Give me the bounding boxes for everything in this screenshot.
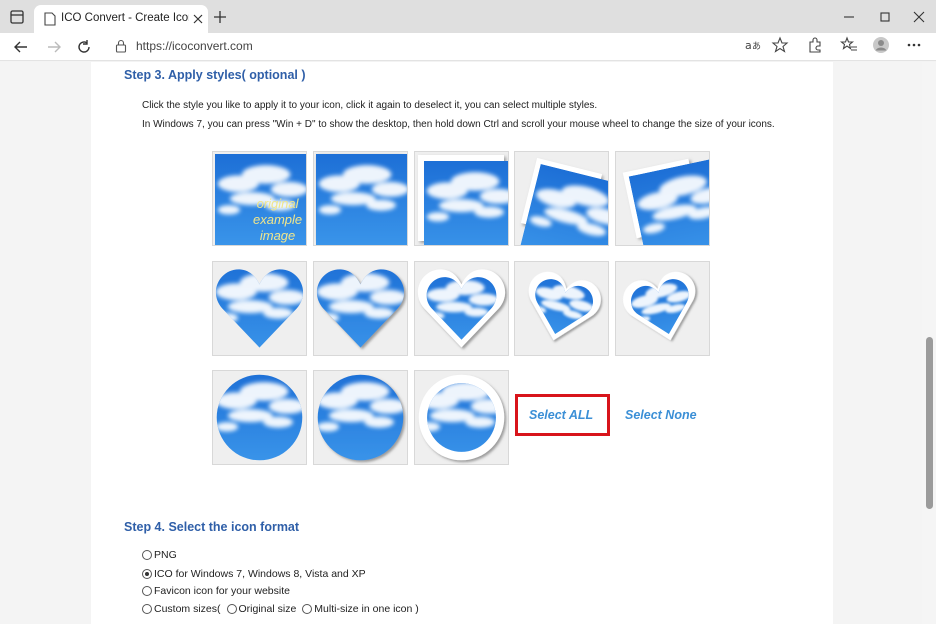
step3-instruction-2: In Windows 7, you can press "Win + D" to… [142,119,775,130]
step3-heading: Step 3. Apply styles( optional ) [124,68,306,82]
svg-text:あ: あ [752,41,761,52]
original-example-label: original example image [253,196,303,243]
multi-size-radio[interactable] [302,604,313,614]
sky-rotated-right-image [622,158,703,239]
favorites-list-icon[interactable] [840,36,858,54]
png-label: PNG [154,549,177,561]
sky-circle-shadow-image [314,371,407,464]
ico-radio[interactable] [142,569,152,579]
style-heart-shadow[interactable] [313,261,408,356]
favorite-star-icon[interactable] [771,36,789,54]
style-square-white-border[interactable] [414,151,509,246]
sky-heart-shadow-image [314,262,407,355]
minimize-icon[interactable] [840,8,858,26]
browser-tab-bar: ICO Convert - Create Icons From [0,0,936,33]
close-window-icon[interactable] [910,8,928,26]
refresh-icon[interactable] [74,37,94,57]
style-square-rotated-right[interactable] [615,151,710,246]
extensions-icon[interactable] [806,36,824,54]
forward-icon[interactable] [44,37,64,57]
scrollbar[interactable] [922,62,936,624]
more-menu-icon[interactable] [905,36,923,54]
browser-tab[interactable]: ICO Convert - Create Icons From [34,5,208,33]
url-text: https://icoconvert.com [136,39,253,53]
style-circle-white-border[interactable] [414,370,509,465]
style-heart-rotated-right[interactable] [615,261,710,356]
tab-actions-icon[interactable] [8,8,26,26]
original-size-radio[interactable] [226,604,237,614]
format-option-ico[interactable]: ICO for Windows 7, Windows 8, Vista and … [142,568,366,580]
step4-heading: Step 4. Select the icon format [124,520,300,534]
back-icon[interactable] [11,37,31,57]
scrollbar-thumb[interactable] [926,337,933,509]
style-heart[interactable] [212,261,307,356]
select-none-button[interactable]: Select None [625,408,697,422]
new-tab-icon[interactable] [212,9,228,25]
maximize-icon[interactable] [876,8,894,26]
custom-sizes-label: Custom sizes( [154,603,221,615]
sky-heart-rotated-right-image [623,271,709,355]
tab-title: ICO Convert - Create Icons From [61,12,189,24]
ico-label: ICO for Windows 7, Windows 8, Vista and … [154,568,366,580]
sky-heart-framed-image [417,269,506,348]
format-option-png[interactable]: PNG [142,549,177,561]
multi-size-label: Multi-size in one icon ) [314,603,419,615]
profile-avatar-icon[interactable] [872,36,890,54]
page-icon [44,12,56,26]
style-heart-white-border[interactable] [414,261,509,356]
style-square-rotated-left[interactable] [514,151,609,246]
style-circle-shadow[interactable] [313,370,408,465]
original-size-label: Original size [238,603,297,615]
read-aloud-icon[interactable]: a あ [744,36,762,54]
format-option-custom[interactable]: Custom sizes( Original size Multi-size i… [142,603,419,615]
browser-toolbar: https://icoconvert.com a あ [0,33,936,61]
sky-framed-image [418,155,504,241]
favicon-label: Favicon icon for your website [154,585,290,597]
sky-heart-image [213,262,306,355]
select-all-button[interactable]: Select ALL [529,408,593,422]
svg-text:a: a [745,39,752,52]
style-square-shadow[interactable] [313,151,408,246]
style-circle[interactable] [212,370,307,465]
sky-heart-rotated-left-image [515,271,601,355]
step3-instruction-1: Click the style you like to apply it to … [142,100,598,111]
sky-circle-image [213,371,306,464]
sky-square-shadow-image [314,152,403,241]
sky-circle-framed-image [418,374,505,461]
address-bar[interactable]: https://icoconvert.com [103,34,799,58]
style-heart-rotated-left[interactable] [514,261,609,356]
favicon-radio[interactable] [142,586,152,596]
close-tab-icon[interactable] [192,13,204,25]
png-radio[interactable] [142,550,152,560]
format-option-favicon[interactable]: Favicon icon for your website [142,585,290,597]
style-original-square[interactable]: original example image [212,151,307,246]
lock-icon[interactable] [115,39,127,53]
custom-sizes-radio[interactable] [142,604,152,614]
sky-rotated-left-image [520,157,603,240]
